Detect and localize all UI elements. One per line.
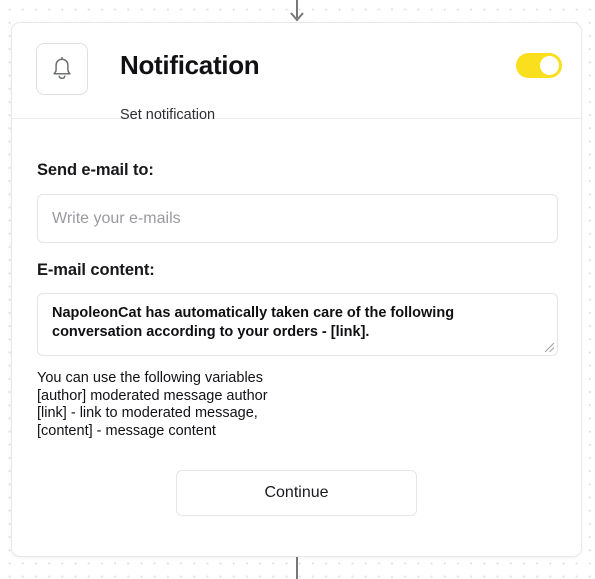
notification-node-card: Notification Set notification Send e-mai… (11, 22, 582, 557)
variables-helper-text: You can use the following variables [aut… (37, 370, 556, 440)
bell-icon (36, 43, 88, 95)
helper-line-2: [author] moderated message author (37, 387, 268, 404)
send-email-to-input[interactable] (37, 194, 558, 243)
helper-line-1: You can use the following variables (37, 370, 263, 386)
arrow-down-icon (289, 0, 305, 22)
email-content-label: E-mail content: (37, 261, 155, 279)
send-email-to-label: Send e-mail to: (37, 161, 154, 179)
notification-enabled-toggle[interactable] (516, 53, 562, 78)
continue-button[interactable]: Continue (176, 470, 417, 516)
button-row: Continue (37, 470, 556, 516)
card-header: Notification Set notification (12, 23, 581, 123)
helper-line-4: [content] - message content (37, 422, 216, 439)
card-body: Send e-mail to: E-mail content: You can … (12, 119, 581, 516)
connector-line-out (296, 557, 298, 579)
helper-line-3: [link] - link to moderated message, (37, 405, 258, 421)
email-content-textarea[interactable] (37, 293, 558, 356)
flow-canvas: Notification Set notification Send e-mai… (0, 0, 595, 579)
page-title: Notification (120, 50, 260, 80)
email-content-wrapper (37, 293, 558, 356)
toggle-knob (540, 56, 559, 75)
